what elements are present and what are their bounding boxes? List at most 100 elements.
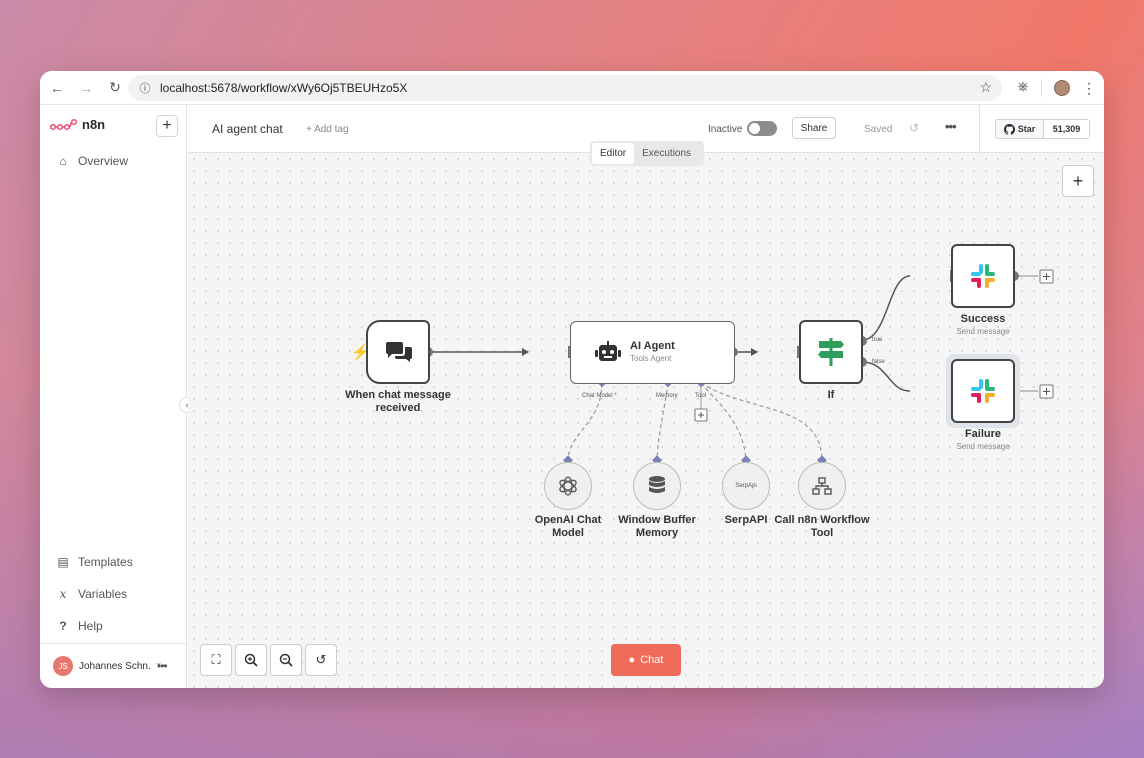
- node-if[interactable]: [799, 320, 863, 384]
- sidebar-item-overview[interactable]: ⌂ Overview: [56, 154, 128, 168]
- active-status-label: Inactive: [708, 124, 743, 135]
- sidebar-item-label: Overview: [78, 154, 129, 168]
- arrow-head: [522, 348, 529, 356]
- logo-text: n8n: [82, 117, 106, 132]
- if-true-label: true: [872, 337, 883, 343]
- active-toggle[interactable]: [747, 121, 777, 136]
- workflow-canvas[interactable]: Editor Executions + ⚡ When chat message …: [188, 141, 1104, 688]
- fit-view-button[interactable]: ⛶: [200, 644, 232, 676]
- workflow-name[interactable]: AI agent chat: [212, 122, 283, 136]
- node-ai-agent[interactable]: AI Agent Tools Agent: [570, 321, 735, 384]
- expand-icon: ⛶: [211, 652, 221, 667]
- variables-icon: x: [59, 587, 67, 601]
- share-button[interactable]: Share: [792, 117, 836, 139]
- header-divider: [979, 105, 980, 153]
- connection-if-false: [861, 361, 911, 392]
- sidebar-item-label: Templates: [78, 555, 133, 569]
- sidebar-item-variables[interactable]: x Variables: [56, 587, 128, 601]
- sidebar-item-help[interactable]: ? Help: [56, 619, 103, 633]
- saved-status: Saved: [864, 124, 893, 135]
- url-text: localhost:5678/workflow/xWy6Oj5TBEUHzo5X: [160, 81, 408, 95]
- history-icon[interactable]: ↺: [909, 121, 919, 135]
- site-info-icon[interactable]: ⓘ: [132, 80, 158, 96]
- tab-editor[interactable]: Editor: [592, 143, 635, 164]
- chat-button-label: Chat: [640, 654, 664, 666]
- memory-label: Window Buffer Memory: [618, 514, 696, 539]
- slack-icon: [971, 379, 995, 403]
- add-node-button[interactable]: +: [1062, 165, 1094, 197]
- templates-icon: ▤: [57, 555, 69, 569]
- port-label-chat-model: Chat Model *: [582, 393, 617, 399]
- help-icon: ?: [59, 619, 67, 633]
- if-label: If: [827, 389, 835, 401]
- github-star-label-wrap: Star: [996, 120, 1044, 138]
- node-success[interactable]: [951, 244, 1015, 308]
- slack-icon: [971, 264, 995, 288]
- node-openai-chat-model[interactable]: [544, 462, 592, 510]
- agent-title: AI Agent: [630, 340, 675, 352]
- connection-if-true: [861, 275, 911, 341]
- avatar: JS: [53, 656, 73, 676]
- openai-icon: [559, 476, 577, 496]
- profile-avatar[interactable]: [1054, 80, 1070, 96]
- node-chat-trigger[interactable]: [366, 320, 430, 384]
- node-failure[interactable]: [951, 359, 1015, 423]
- serpapi-icon: SerpApi: [735, 483, 757, 489]
- forward-icon[interactable]: →: [73, 75, 99, 101]
- openai-label: OpenAI Chat Model: [534, 514, 602, 539]
- toggle-knob: [749, 123, 760, 134]
- node-window-buffer-memory[interactable]: [633, 462, 681, 510]
- sidebar-item-label: Help: [78, 619, 103, 633]
- chat-button[interactable]: ● Chat: [611, 644, 681, 676]
- failure-label: Failure: [964, 428, 1002, 440]
- n8n-logo[interactable]: n8n: [50, 117, 105, 132]
- add-tag-link[interactable]: + Add tag: [306, 124, 349, 135]
- extensions-icon[interactable]: ⎈: [1013, 78, 1033, 98]
- workflow-tool-label: Call n8n Workflow Tool: [774, 514, 870, 539]
- arrow-head: [751, 348, 758, 356]
- more-icon[interactable]: •••: [157, 659, 168, 673]
- github-star-count: 51,309: [1044, 120, 1089, 138]
- tab-executions[interactable]: Executions: [634, 143, 699, 164]
- sidebar-item-templates[interactable]: ▤ Templates: [56, 555, 133, 569]
- database-icon: [649, 476, 665, 493]
- sidebar-item-label: Variables: [78, 587, 128, 601]
- port-label-tool: Tool: [695, 393, 707, 399]
- user-menu[interactable]: JS Johannes Schn... •••: [40, 643, 187, 688]
- create-button[interactable]: +: [156, 115, 178, 137]
- n8n-logo-icon: [50, 118, 78, 130]
- user-name: Johannes Schn...: [79, 660, 151, 672]
- browser-window: ← → ↻ ⓘ localhost:5678/workflow/xWy6Oj5T…: [40, 71, 1104, 688]
- node-serpapi[interactable]: SerpApi: [722, 462, 770, 510]
- agent-subtitle: Tools Agent: [630, 354, 672, 363]
- github-icon: [1003, 123, 1015, 135]
- workflow-more-icon[interactable]: •••: [945, 119, 957, 134]
- undo-icon: ↺: [315, 652, 327, 667]
- address-bar[interactable]: ⓘ localhost:5678/workflow/xWy6Oj5TBEUHzo…: [128, 75, 1002, 101]
- back-icon[interactable]: ←: [44, 75, 70, 101]
- signpost-icon: [818, 338, 844, 366]
- node-call-workflow-tool[interactable]: [798, 462, 846, 510]
- zoom-out-button[interactable]: [270, 644, 302, 676]
- chat-icon: ●: [628, 654, 636, 666]
- trigger-label: When chat message received: [345, 389, 451, 414]
- success-label: Success: [960, 313, 1006, 325]
- browser-menu-icon[interactable]: ⋮: [1082, 78, 1096, 98]
- reload-icon[interactable]: ↻: [102, 75, 128, 101]
- browser-toolbar: ← → ↻ ⓘ localhost:5678/workflow/xWy6Oj5T…: [40, 71, 1104, 105]
- toolbar-divider: [1041, 79, 1042, 97]
- zoom-in-button[interactable]: [235, 644, 267, 676]
- reset-zoom-button[interactable]: ↺: [305, 644, 337, 676]
- if-false-label: false: [872, 359, 885, 365]
- success-subtitle: Send message: [956, 327, 1010, 336]
- editor-tabs: Editor Executions: [590, 141, 704, 166]
- zoom-in-icon: [244, 653, 258, 667]
- connection-tool-serpapi: [700, 382, 747, 462]
- github-star-button[interactable]: Star 51,309: [995, 119, 1090, 139]
- github-star-label: Star: [1017, 124, 1036, 134]
- robot-icon: [595, 341, 621, 361]
- chat-bubbles-icon: [386, 342, 412, 362]
- bookmark-star-icon[interactable]: ☆: [979, 79, 992, 96]
- sidebar: n8n + ⌂ Overview ▤ Templates x Variables…: [40, 105, 187, 688]
- failure-subtitle: Send message: [956, 442, 1010, 451]
